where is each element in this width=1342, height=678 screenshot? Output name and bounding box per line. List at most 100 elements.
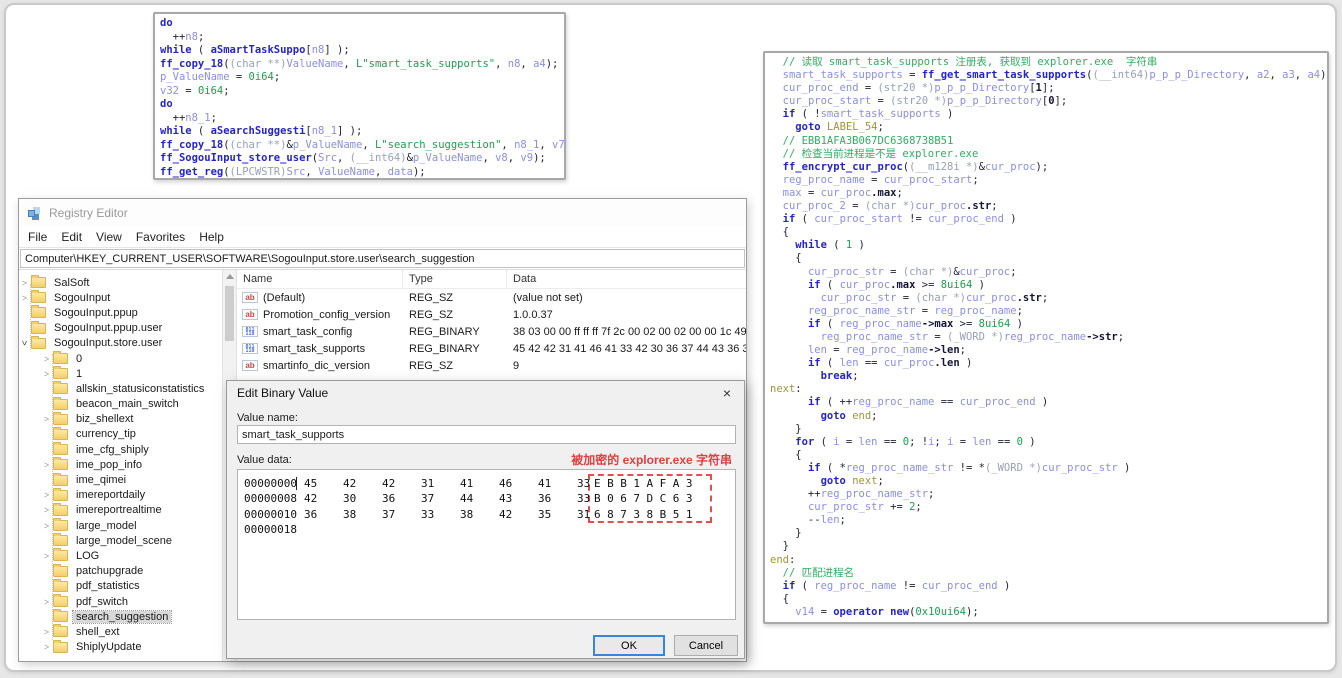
scrollbar-up-icon[interactable] (225, 274, 234, 279)
chevron-down-icon[interactable]: > (20, 338, 30, 349)
code-line: while ( aSmartTaskSuppo[n8] ); (160, 44, 350, 56)
tree-item-SogouInput.ppup.user[interactable]: SogouInput.ppup.user (19, 320, 222, 336)
hex-byte: 46 (499, 477, 513, 490)
hex-byte: 33 (421, 507, 435, 521)
code-line: p_ValueName = 0i64; (160, 71, 281, 83)
chevron-right-icon[interactable]: > (41, 627, 52, 637)
tree-item-imereportrealtime[interactable]: > imereportrealtime (41, 502, 222, 518)
folder-icon (53, 639, 68, 653)
column-header-name[interactable]: Name (237, 270, 403, 288)
address-bar[interactable] (20, 249, 745, 268)
menu-item-file[interactable]: File (21, 228, 54, 246)
dialog-title-bar[interactable]: Edit Binary Value (227, 381, 744, 405)
menu-item-view[interactable]: View (89, 228, 129, 246)
tree-item-pdf_statistics[interactable]: pdf_statistics (41, 578, 222, 594)
tree-item-label: ShiplyUpdate (76, 641, 142, 654)
code-line: v14 = operator new(0x10ui64); (795, 605, 979, 618)
ok-button[interactable]: OK (593, 635, 665, 656)
hex-editor[interactable]: 00000000 45 42 42 31 41 46 41 33 EBB1AFA3 00000008… (237, 469, 736, 620)
tree-item-label: patchupgrade (76, 565, 144, 578)
folder-icon (53, 472, 68, 486)
value-type-cell: REG_BINARY (409, 342, 480, 355)
tree-item-ime_qimei[interactable]: ime_qimei (41, 472, 222, 487)
chevron-right-icon[interactable]: > (41, 597, 52, 607)
registry-value-row[interactable]: ab Promotion_config_version REG_SZ 1.0.0.37 (237, 306, 746, 323)
registry-value-row[interactable]: ab (Default) REG_SZ (value not set) (237, 289, 746, 306)
red-annotation: 被加密的 explorer.exe 字符串 (571, 453, 732, 467)
cancel-button[interactable]: Cancel (674, 635, 738, 656)
tree-item-ime_pop_info[interactable]: > ime_pop_info (41, 457, 222, 472)
tree-item-shell_ext[interactable]: > shell_ext (41, 624, 222, 639)
code-line: if ( !smart_task_supports ) (782, 108, 954, 121)
edit-binary-value-dialog: Edit Binary Value × Value name: Value da… (226, 380, 745, 659)
chevron-right-icon[interactable]: > (41, 521, 52, 531)
chevron-right-icon[interactable]: > (41, 505, 52, 515)
code-line: --len; (770, 514, 846, 527)
hex-row: 00000008 42 30 36 37 44 43 36 33 B067DC63 (238, 491, 735, 506)
tree-item-label: beacon_main_switch (76, 398, 179, 411)
value-name-text: Promotion_config_version (263, 308, 391, 321)
tree-item-imereportdaily[interactable]: > imereportdaily (41, 487, 222, 503)
menu-item-edit[interactable]: Edit (54, 228, 89, 246)
tree-item-biz_shellext[interactable]: > biz_shellext (41, 411, 222, 427)
hex-byte: 37 (382, 507, 396, 521)
hex-byte: 35 (538, 507, 552, 521)
tree-item-allskin_statusiconstatistics[interactable]: allskin_statusiconstatistics (41, 381, 222, 396)
tree-item-LOG[interactable]: > LOG (41, 548, 222, 563)
scrollbar-thumb[interactable] (225, 286, 234, 341)
tree-item-SalSoft[interactable]: > SalSoft (19, 275, 222, 290)
chevron-right-icon[interactable]: > (41, 414, 52, 424)
chevron-right-icon[interactable]: > (41, 460, 52, 470)
folder-icon (53, 533, 68, 547)
close-icon[interactable]: × (710, 381, 744, 405)
tree-item-0[interactable]: >0 (41, 351, 222, 366)
tree-item-currency_tip[interactable]: currency_tip (41, 426, 222, 442)
hex-ascii: EBB1AFA3 (594, 477, 699, 490)
code-line: break; (820, 370, 859, 383)
chevron-right-icon[interactable]: > (19, 293, 30, 303)
tree-item-ime_cfg_shiply[interactable]: ime_cfg_shiply (41, 442, 222, 457)
code-line: // 检查当前进程是不是 explorer.exe (770, 147, 979, 160)
code-line: next: (770, 383, 802, 396)
code-line: ++reg_proc_name_str; (770, 488, 935, 501)
tree-item-SogouInput.store.user[interactable]: > SogouInput.store.user (19, 335, 222, 351)
tree-item-patchupgrade[interactable]: patchupgrade (41, 563, 222, 579)
registry-value-row[interactable]: 011 110 smart_task_supports REG_BINARY 45 4… (237, 340, 746, 357)
decompiler-snippet-write-registry: do ++n8; while ( aSmartTaskSuppo[n8] ); ff… (153, 12, 566, 180)
title-bar[interactable]: Registry Editor (19, 199, 746, 226)
registry-value-row[interactable]: 011 110 smart_task_config REG_BINARY 38 03 … (237, 323, 746, 340)
value-name-cell: ab (Default) (237, 292, 403, 304)
tree-item-large_model_scene[interactable]: large_model_scene (41, 533, 222, 548)
hex-byte: 42 (499, 507, 513, 521)
chevron-right-icon[interactable]: > (41, 354, 52, 364)
registry-value-row[interactable]: ab smartinfo_dic_version REG_SZ 9 (237, 357, 746, 374)
tree-item-search_suggestion[interactable]: search_suggestion (41, 609, 222, 624)
code-line: } (770, 422, 802, 435)
chevron-right-icon[interactable]: > (41, 490, 52, 500)
string-value-icon: ab (242, 292, 258, 303)
code-line: ff_copy_18((char **)&p_ValueName, L"sear… (160, 138, 565, 151)
hex-byte: 41 (460, 477, 474, 490)
menu-item-help[interactable]: Help (192, 228, 231, 246)
menu-item-favorites[interactable]: Favorites (129, 228, 192, 246)
code-line: // 匹配进程名 (770, 566, 855, 579)
tree-item-ShiplyUpdate[interactable]: > ShiplyUpdate (41, 639, 222, 655)
binary-value-icon: 011 110 (242, 343, 258, 354)
tree-item-label: biz_shellext (76, 413, 134, 426)
chevron-right-icon[interactable]: > (19, 278, 30, 288)
tree-item-beacon_main_switch[interactable]: beacon_main_switch (41, 396, 222, 412)
value-type-cell: REG_SZ (409, 359, 454, 372)
column-header-type[interactable]: Type (403, 270, 507, 288)
tree-item-1[interactable]: >1 (41, 366, 222, 381)
hex-byte: 30 (343, 492, 357, 506)
value-name-text: smart_task_config (263, 325, 353, 338)
tree-item-large_model[interactable]: > large_model (41, 518, 222, 533)
value-name-input[interactable] (237, 425, 736, 444)
tree-item-SogouInput[interactable]: > SogouInput (19, 290, 222, 305)
tree-item-pdf_switch[interactable]: > pdf_switch (41, 594, 222, 609)
chevron-right-icon[interactable]: > (41, 642, 52, 652)
column-header-data[interactable]: Data (507, 270, 746, 288)
chevron-right-icon[interactable]: > (41, 369, 52, 379)
chevron-right-icon[interactable]: > (41, 551, 52, 561)
tree-item-SogouInput.ppup[interactable]: SogouInput.ppup (19, 305, 222, 320)
